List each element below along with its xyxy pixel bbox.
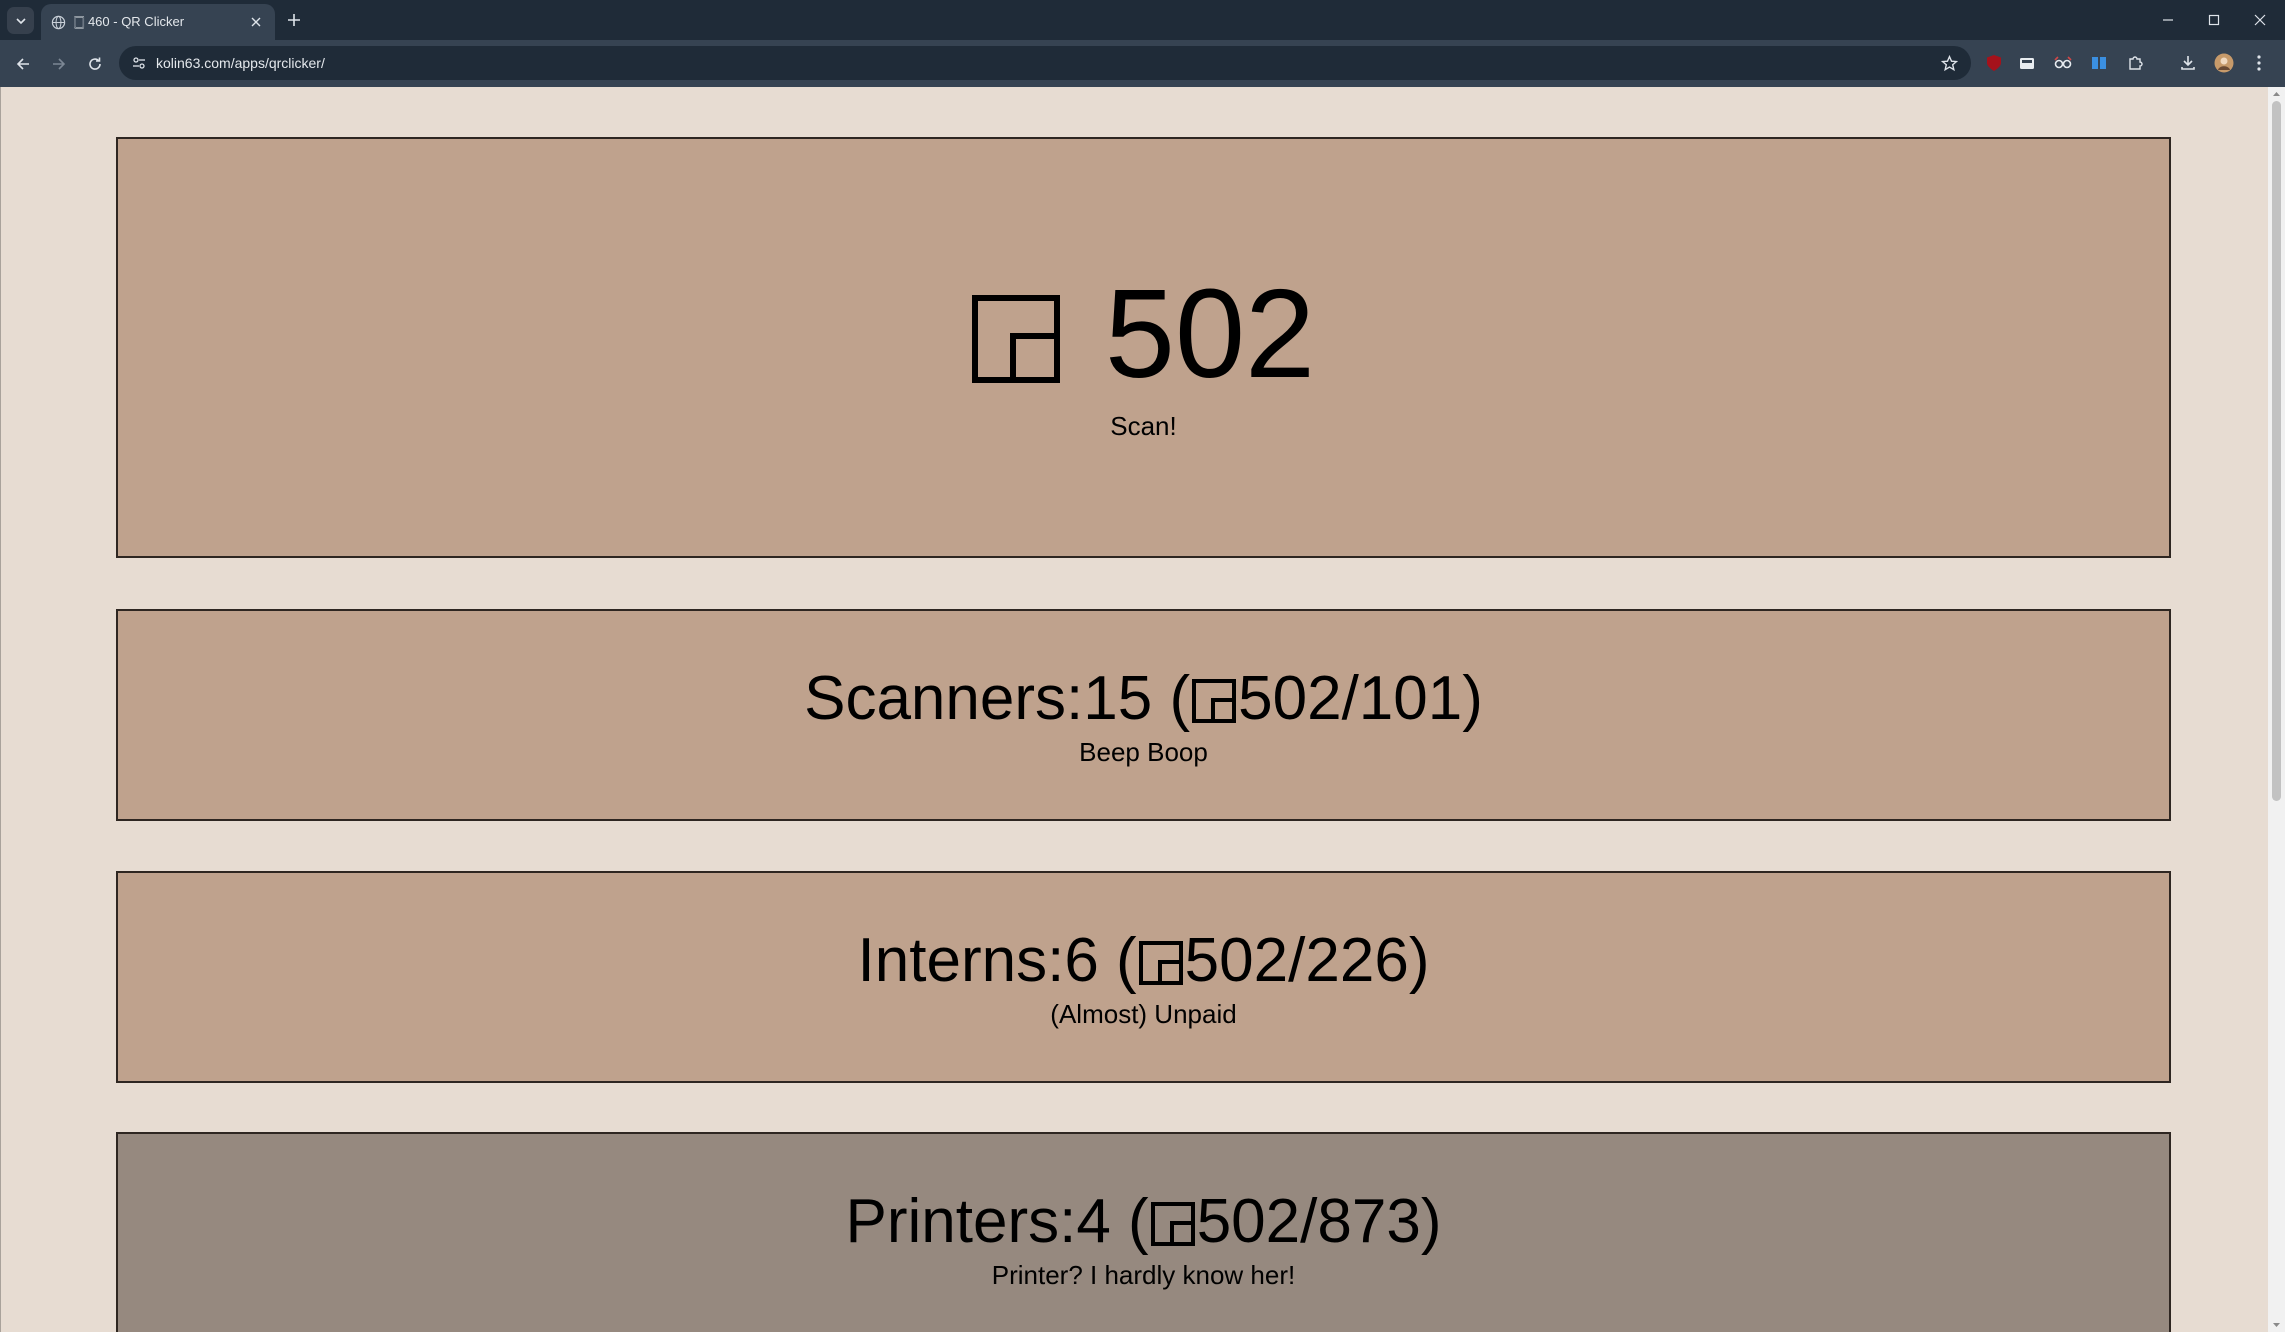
page-viewport: 502 Scan! Scanners: 15 ( 502/101) Beep B…: [0, 87, 2285, 1332]
close-window-icon: [2254, 14, 2266, 26]
upgrade-scanners[interactable]: Scanners: 15 ( 502/101) Beep Boop: [116, 609, 2171, 821]
upgrade-cost: 873: [1317, 1187, 1421, 1256]
new-tab-button[interactable]: [283, 9, 305, 31]
tab-active[interactable]: 🀆 460 - QR Clicker: [41, 4, 275, 40]
upgrade-title: Scanners: 15 ( 502/101): [804, 664, 1483, 733]
minimize-icon: [2163, 19, 2173, 21]
vertical-scrollbar[interactable]: [2268, 87, 2285, 1332]
site-info-icon[interactable]: [128, 52, 150, 74]
qr-count: 502: [1104, 263, 1316, 404]
more-menu-icon[interactable]: [2248, 52, 2270, 74]
browser-toolbar: kolin63.com/apps/qrclicker/: [0, 40, 2285, 87]
scan-button[interactable]: 502 Scan!: [116, 137, 2171, 558]
upgrade-title: Interns: 6 ( 502/226): [857, 926, 1430, 995]
tab-strip: 🀆 460 - QR Clicker: [0, 0, 2285, 40]
qr-icon: [1150, 1202, 1195, 1246]
reload-button[interactable]: [81, 50, 108, 77]
puzzle-extensions-icon[interactable]: [2124, 52, 2146, 74]
bookmark-star-icon[interactable]: [1937, 51, 1961, 75]
glasses-extension-icon[interactable]: [2052, 52, 2074, 74]
profile-avatar[interactable]: [2213, 52, 2235, 74]
upgrade-tagline: Printer? I hardly know her!: [991, 1260, 1296, 1290]
forward-button[interactable]: [45, 50, 72, 77]
scrollbar-thumb[interactable]: [2272, 101, 2281, 801]
upgrade-current: 502: [1238, 664, 1342, 733]
scroll-up-icon[interactable]: [2272, 90, 2281, 99]
globe-icon: [51, 15, 66, 30]
upgrade-printers[interactable]: Printers: 4 ( 502/873) Printer? I hardly…: [116, 1132, 2171, 1332]
upgrade-current: 502: [1196, 1187, 1301, 1256]
qr-icon: [971, 295, 1060, 383]
maximize-icon: [2208, 14, 2220, 26]
plus-icon: [288, 14, 300, 26]
chevron-down-icon: [15, 17, 26, 24]
reload-icon: [88, 57, 101, 70]
url-text: kolin63.com/apps/qrclicker/: [156, 55, 325, 71]
tab-title: 🀆 460 - QR Clicker: [74, 14, 185, 29]
upgrade-tagline: Beep Boop: [1079, 737, 1208, 767]
upgrade-title: Printers: 4 ( 502/873): [845, 1187, 1442, 1256]
upgrade-tagline: (Almost) Unpaid: [1050, 999, 1237, 1029]
qr-icon: [1138, 941, 1183, 985]
upgrade-owned: 15: [1083, 664, 1153, 733]
upgrade-current: 502: [1184, 926, 1289, 995]
close-icon[interactable]: [247, 13, 265, 31]
upgrade-owned: 6: [1064, 926, 1099, 995]
tab-search-button[interactable]: [7, 7, 34, 34]
reader-extension-icon[interactable]: [2088, 52, 2110, 74]
arrow-left-icon: [16, 57, 29, 70]
scroll-down-icon[interactable]: [2272, 1320, 2281, 1329]
upgrade-name: Printers: [845, 1187, 1060, 1256]
address-bar[interactable]: kolin63.com/apps/qrclicker/: [119, 46, 1971, 80]
upgrade-owned: 4: [1076, 1187, 1111, 1256]
window-close-button[interactable]: [2237, 0, 2283, 40]
qr-icon: [1192, 679, 1237, 723]
back-button[interactable]: [9, 50, 36, 77]
upgrade-interns[interactable]: Interns: 6 ( 502/226) (Almost) Unpaid: [116, 871, 2171, 1083]
screenshot-extension-icon[interactable]: [2016, 52, 2038, 74]
qr-counter: 502: [118, 263, 2169, 404]
download-icon[interactable]: [2177, 52, 2199, 74]
scan-label: Scan!: [1110, 411, 1177, 441]
ublock-extension-icon[interactable]: [1983, 52, 2005, 74]
upgrade-cost: 101: [1358, 664, 1463, 733]
upgrade-cost: 226: [1305, 926, 1409, 995]
maximize-button[interactable]: [2191, 0, 2237, 40]
arrow-right-icon: [52, 57, 65, 70]
upgrade-name: Scanners: [804, 664, 1067, 733]
minimize-button[interactable]: [2145, 0, 2191, 40]
upgrade-name: Interns: [857, 926, 1048, 995]
